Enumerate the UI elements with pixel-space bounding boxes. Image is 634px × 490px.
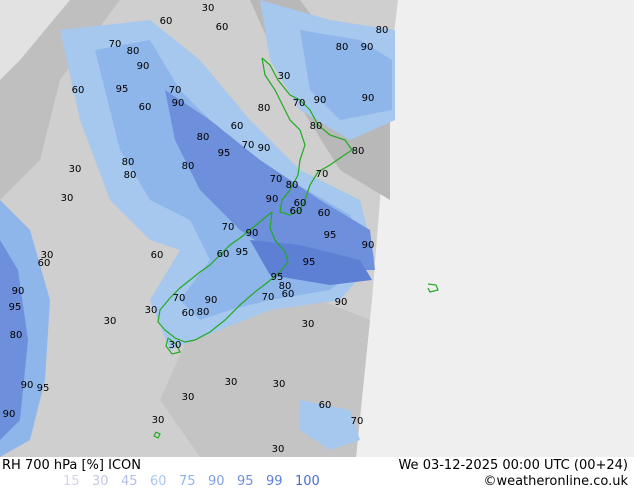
contour-label: 60 [231,121,244,132]
contour-label: 90 [258,143,271,154]
contour-label: 80 [127,46,140,57]
contour-label: 80 [122,157,135,168]
contour-label: 90 [266,194,279,205]
contour-label: 70 [242,140,255,151]
contour-label: 60 [290,206,303,217]
contour-label: 80 [376,25,389,36]
contour-label: 95 [303,257,316,268]
scale-label: 45 [121,474,138,489]
contour-label: 70 [262,292,275,303]
scale-label: 95 [237,474,254,489]
map-datetime: We 03-12-2025 00:00 UTC (00+24) [398,458,628,473]
contour-label: 30 [104,316,117,327]
contour-label: 90 [21,380,34,391]
contour-label: 30 [145,305,158,316]
contour-label: 80 [124,170,137,181]
contour-label: 70 [173,293,186,304]
contour-label: 95 [218,148,231,159]
contour-label: 70 [316,169,329,180]
contour-label: 70 [109,39,122,50]
contour-label: 70 [293,98,306,109]
contour-label: 60 [282,289,295,300]
contour-label: 80 [258,103,271,114]
contour-label: 80 [336,42,349,53]
contour-label: 70 [270,174,283,185]
map-title: RH 700 hPa [%] ICON [2,458,141,473]
scale-label: 100 [295,474,320,489]
contour-label: 60 [182,308,195,319]
copyright-text: ©weatheronline.co.uk [483,474,628,489]
contour-label: 30 [225,377,238,388]
contour-label: 95 [9,302,22,313]
contour-label: 30 [152,415,165,426]
contour-label: 30 [278,71,291,82]
contour-label: 90 [314,95,327,106]
scale-label: 15 [63,474,80,489]
contour-label: 70 [351,416,364,427]
scale-label: 99 [266,474,283,489]
contour-label: 60 [319,400,332,411]
contour-label: 90 [362,93,375,104]
contour-label: 90 [361,42,374,53]
scale-label: 75 [179,474,196,489]
contour-label: 60 [139,102,152,113]
contour-label: 95 [324,230,337,241]
contour-label: 30 [202,3,215,14]
contour-label: 60 [318,208,331,219]
contour-label: 95 [37,383,50,394]
contour-label: 30 [302,319,315,330]
scale-label: 60 [150,474,167,489]
contour-label: 60 [216,22,229,33]
contour-label: 90 [172,98,185,109]
contour-label: 60 [217,249,230,260]
contour-label: 95 [116,84,129,95]
contour-label: 90 [137,61,150,72]
contour-label: 90 [3,409,16,420]
map-footer: RH 700 hPa [%] ICON We 03-12-2025 00:00 … [0,457,634,490]
contour-label: 80 [286,180,299,191]
contour-label: 90 [335,297,348,308]
contour-label: 80 [182,161,195,172]
scale-label: 30 [92,474,109,489]
contour-label: 60 [151,250,164,261]
contour-label: 80 [197,132,210,143]
contour-label: 90 [246,228,259,239]
contour-label: 30 [169,340,182,351]
weather-map: 30 60 60 70 80 90 60 95 70 90 60 60 80 70 90 95 80 80 80 30… [0,0,634,457]
contour-label: 80 [197,307,210,318]
contour-label: 80 [352,146,365,157]
contour-label: 70 [222,222,235,233]
contour-label: 80 [10,330,23,341]
contour-label: 30 [273,379,286,390]
contour-label: 30 [182,392,195,403]
contour-label: 95 [236,247,249,258]
contour-label: 30 [69,164,82,175]
contour-label: 90 [12,286,25,297]
map-svg: 30606070809060 95 709060608070 909580808030… [0,0,634,457]
contour-label: 90 [205,295,218,306]
contour-label: 80 [310,121,323,132]
contour-label: 90 [362,240,375,251]
no-data-region [356,0,634,457]
contour-label: 30 [61,193,74,204]
contour-label: 70 [169,85,182,96]
contour-label: 30 [41,250,54,261]
scale-label: 90 [208,474,225,489]
contour-label: 60 [160,16,173,27]
contour-label: 30 [272,444,285,455]
contour-label: 60 [72,85,85,96]
